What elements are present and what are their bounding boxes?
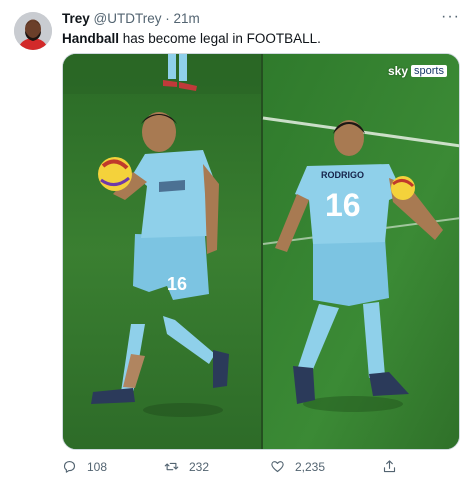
watermark-channel: sports xyxy=(411,65,447,77)
avatar[interactable] xyxy=(14,12,52,50)
more-options-icon[interactable]: ··· xyxy=(441,8,460,26)
watermark-brand: sky xyxy=(388,64,409,78)
like-button[interactable]: 2,235 xyxy=(270,459,325,474)
share-button[interactable] xyxy=(382,459,397,474)
tweet-text-bold: Handball xyxy=(62,31,120,46)
right-shirt-number: 16 xyxy=(325,187,361,223)
media-image: 16 RODRIGO 16 xyxy=(63,54,459,449)
reply-button[interactable]: 108 xyxy=(62,459,107,474)
reply-icon xyxy=(63,460,76,473)
retweet-button[interactable]: 232 xyxy=(164,459,209,474)
separator-dot: · xyxy=(165,11,170,26)
tweet-text: Handball has become legal in FOOTBALL. xyxy=(62,30,321,48)
tweet-media[interactable]: 16 RODRIGO 16 sky sports xyxy=(62,53,460,450)
retweet-count: 232 xyxy=(189,459,210,474)
tweet-header: Trey @UTDTrey · 21m xyxy=(62,11,200,27)
author-handle[interactable]: @UTDTrey xyxy=(94,11,162,26)
like-count: 2,235 xyxy=(295,459,326,474)
retweet-icon xyxy=(164,462,179,471)
author-name[interactable]: Trey xyxy=(62,11,90,26)
tweet-timestamp[interactable]: 21m xyxy=(174,11,200,26)
tweet-text-rest: has become legal in FOOTBALL. xyxy=(119,31,321,46)
sky-sports-watermark: sky sports xyxy=(388,64,447,78)
left-shorts-number: 16 xyxy=(167,274,187,294)
heart-icon xyxy=(271,461,284,473)
right-shirt-name: RODRIGO xyxy=(321,170,364,180)
tweet-actions: 108 232 2,235 xyxy=(62,459,402,479)
share-icon xyxy=(383,460,396,473)
avatar-image xyxy=(14,12,52,50)
reply-count: 108 xyxy=(87,459,108,474)
tweet-card[interactable]: Trey @UTDTrey · 21m ··· Handball has bec… xyxy=(0,0,474,487)
